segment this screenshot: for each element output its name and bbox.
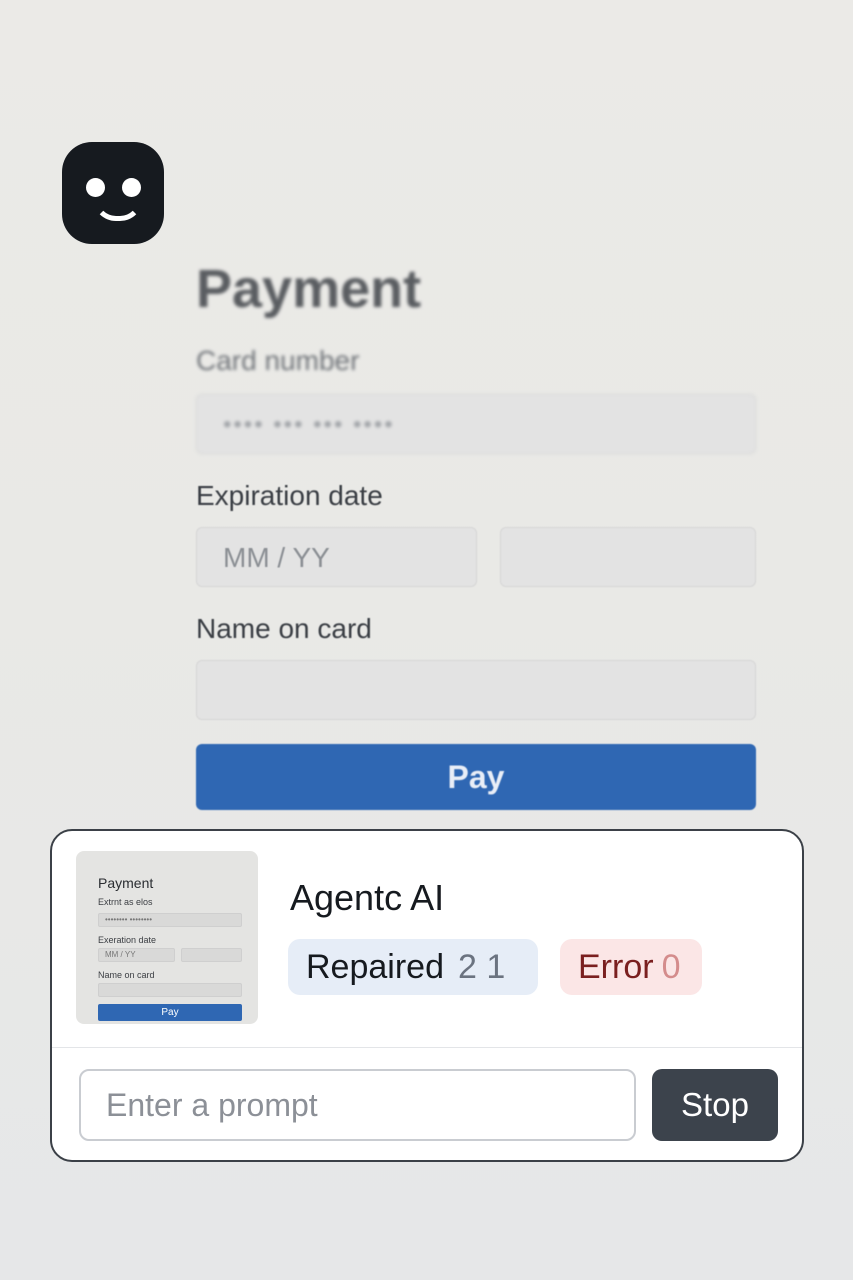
thumbnail-expiration-label: Exeration date [98,935,157,945]
card-number-field[interactable]: •••• ••• ••• •••• [196,394,756,454]
error-badge: Error 0 [560,939,702,995]
thumbnail-name-field [98,983,242,997]
form-thumbnail: Payment Extrnt as elos •••••••• ••••••••… [76,851,258,1024]
logo-left-eye [86,178,105,197]
agent-panel: Payment Extrnt as elos •••••••• ••••••••… [50,829,804,1162]
card-number-label: Card number [196,345,360,376]
name-on-card-label: Name on card [196,613,372,644]
stop-button[interactable]: Stop [652,1069,778,1141]
logo-mouth [93,198,143,221]
thumbnail-card-label: Extrnt as elos [98,897,153,907]
cvc-field[interactable] [500,527,756,587]
pay-button[interactable]: Pay [196,744,756,810]
thumbnail-expiration-field: MM / YY [98,948,175,962]
repaired-badge: Repaired 2 1 [288,939,538,995]
repaired-counts: 2 1 [457,948,506,986]
thumbnail-pay-button: Pay [98,1004,242,1021]
agent-title: Agentc AI [290,877,445,918]
name-on-card-field[interactable] [196,660,756,720]
error-count: 0 [661,948,681,986]
thumbnail-name-label: Name on card [98,970,155,980]
thumbnail-card-field: •••••••• •••••••• [98,913,242,927]
thumbnail-title: Payment [98,875,154,891]
payment-title: Payment [196,259,422,319]
panel-divider [52,1047,802,1048]
repaired-label: Repaired [306,948,444,986]
logo-right-eye [122,178,141,197]
smiley-face-icon [62,142,164,244]
error-label: Error [578,948,654,986]
prompt-input[interactable]: Enter a prompt [79,1069,636,1141]
thumbnail-cvc-field [181,948,242,962]
expiration-label: Expiration date [196,480,383,511]
expiration-field[interactable]: MM / YY [196,527,477,587]
